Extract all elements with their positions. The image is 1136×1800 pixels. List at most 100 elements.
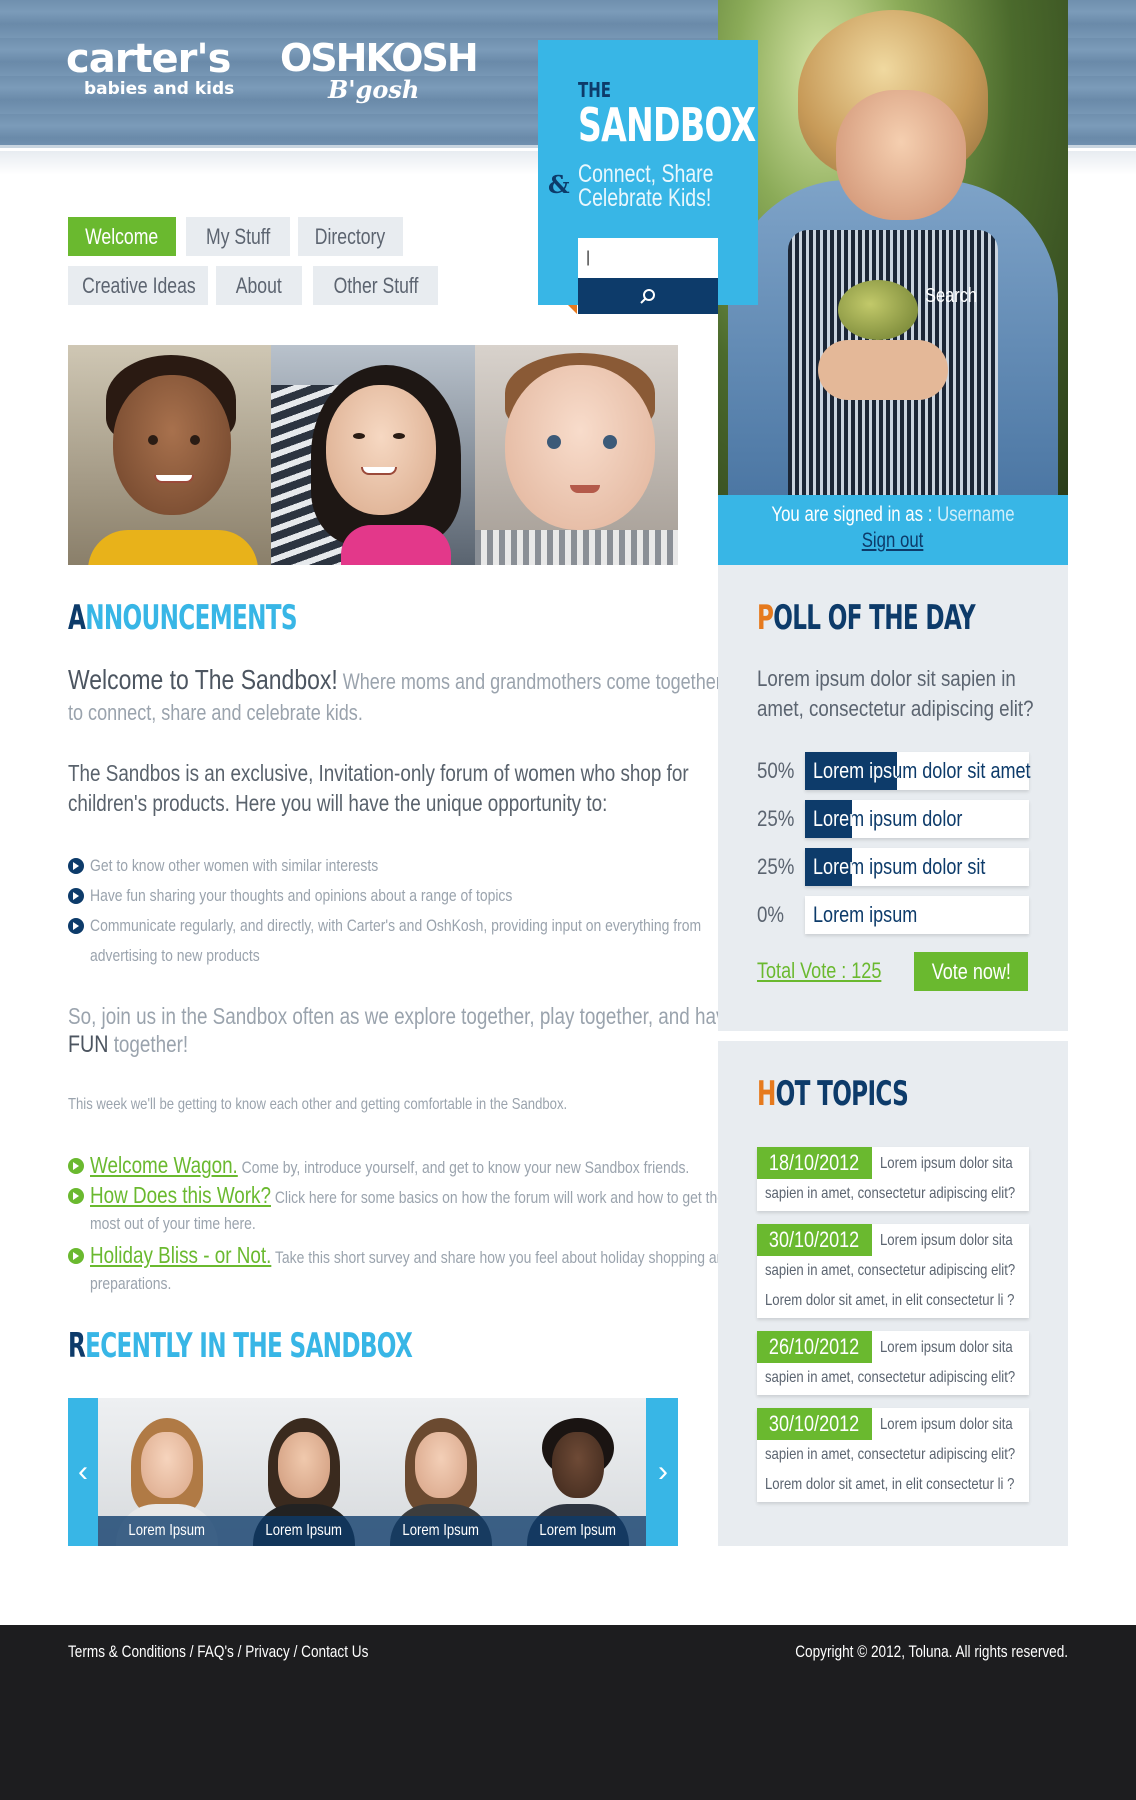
welcome-rest-1: Where moms and grandmothers come togethe… bbox=[342, 669, 722, 694]
poll-option-label-highlight: Lorem ipsum dolor bbox=[813, 806, 852, 831]
hot-topics-heading-rest: OT TOPICS bbox=[775, 1074, 909, 1114]
signed-in-text: You are signed in as : Username bbox=[753, 503, 1033, 527]
poll-option[interactable]: 25% Lorem ipsum dolorLorem ipsum dolor bbox=[757, 800, 1029, 840]
how-does-this-work-link[interactable]: How Does this Work? bbox=[90, 1182, 271, 1208]
poll-option-bar[interactable]: Lorem ipsum dolor sitLorem ipsum dolor s… bbox=[805, 848, 1029, 886]
copyright-text: Copyright © 2012, Toluna. All rights res… bbox=[795, 1642, 1068, 1661]
holiday-bliss-desc: Take this short survey and share how you… bbox=[271, 1248, 733, 1267]
poll-option-bar[interactable]: Lorem ipsumLorem ipsum bbox=[805, 896, 1029, 934]
topic-line-1: Lorem ipsum dolor sita bbox=[880, 1155, 1013, 1172]
link-row-1: Welcome Wagon. Come by, introduce yourse… bbox=[90, 1152, 689, 1179]
intro-line-2: children's products. Here you will have … bbox=[68, 790, 608, 816]
topic-line-1: Lorem ipsum dolor sita bbox=[880, 1339, 1013, 1356]
total-votes-link[interactable]: Total Vote : 125 bbox=[757, 958, 881, 984]
carters-logo[interactable]: carter's babies and kids bbox=[66, 38, 234, 98]
account-status-bar: You are signed in as : Username Sign out bbox=[718, 495, 1068, 565]
nav-other-stuff[interactable]: Other Stuff bbox=[313, 266, 438, 305]
vote-now-button[interactable]: Vote now! bbox=[914, 952, 1028, 991]
poll-option-percent: 0% bbox=[757, 902, 785, 927]
member-card[interactable]: Lorem Ipsum bbox=[235, 1398, 372, 1546]
join-rest: together! bbox=[108, 1031, 189, 1057]
nav-creative-ideas[interactable]: Creative Ideas bbox=[68, 266, 208, 305]
carousel-next-button[interactable]: › bbox=[648, 1398, 678, 1546]
recently-heading-rest: ECENTLY IN THE SANDBOX bbox=[85, 1326, 413, 1366]
sandbox-ampersand: & bbox=[548, 170, 570, 199]
topic-line-3: Lorem dolor sit amet, in elit consectetu… bbox=[765, 1292, 1015, 1309]
kid-photo-3 bbox=[474, 345, 678, 565]
sandbox-tagline: Connect, Share Celebrate Kids! bbox=[578, 162, 714, 211]
hero-face bbox=[836, 90, 966, 220]
poll-option-label-highlight: Lorem ipsum dolor sit amet bbox=[813, 758, 897, 783]
chevron-left-icon: ‹ bbox=[78, 1455, 88, 1488]
poll-question-1: Lorem ipsum dolor sit sapien in bbox=[757, 666, 1016, 691]
privacy-link[interactable]: Privacy bbox=[245, 1642, 290, 1661]
poll-option-fill: Lorem ipsum dolor sit bbox=[805, 848, 852, 886]
holiday-bliss-link[interactable]: Holiday Bliss - or Not. bbox=[90, 1242, 271, 1268]
nav-about[interactable]: About bbox=[216, 266, 302, 305]
hot-topic-item[interactable]: 30/10/2012 Lorem ipsum dolor sita sapien… bbox=[757, 1408, 1029, 1502]
topic-date-badge: 18/10/2012 bbox=[757, 1147, 872, 1179]
bullet-text-3: Communicate regularly, and directly, wit… bbox=[90, 916, 702, 935]
welcome-line-2: to connect, share and celebrate kids. bbox=[68, 700, 363, 725]
week-note: This week we'll be getting to know each … bbox=[68, 1096, 568, 1113]
member-name: Lorem Ipsum bbox=[372, 1516, 509, 1546]
kid-photo-1 bbox=[68, 345, 272, 565]
member-card[interactable]: Lorem Ipsum bbox=[98, 1398, 235, 1546]
topic-line-2: sapien in amet, consectetur adipiscing e… bbox=[765, 1262, 1016, 1279]
footer-separator: / bbox=[289, 1642, 302, 1661]
member-name: Lorem Ipsum bbox=[509, 1516, 646, 1546]
search-icon bbox=[640, 289, 655, 304]
recently-heading: RECENTLY IN THE SANDBOX bbox=[68, 1326, 413, 1366]
contact-us-link[interactable]: Contact Us bbox=[301, 1642, 368, 1661]
member-card[interactable]: Lorem Ipsum bbox=[509, 1398, 646, 1546]
oshkosh-logo-text: OSHKOSH bbox=[280, 36, 479, 80]
bullet-text-1: Get to know other women with similar int… bbox=[90, 856, 379, 875]
hot-topics-heading-initial: H bbox=[757, 1074, 776, 1114]
carters-logo-text: carter's bbox=[66, 36, 231, 82]
welcome-wagon-link[interactable]: Welcome Wagon. bbox=[90, 1152, 238, 1178]
vote-now-label: Vote now! bbox=[931, 959, 1011, 984]
announcements-heading-rest: NNOUNCEMENTS bbox=[85, 598, 297, 638]
nav-welcome-label: Welcome bbox=[85, 224, 159, 249]
sandbox-title: SANDBOX bbox=[578, 98, 756, 152]
welcome-line-1: Welcome to The Sandbox! Where moms and g… bbox=[68, 664, 722, 696]
carters-logo-subtitle: babies and kids bbox=[84, 79, 235, 99]
announcements-heading: ANNOUNCEMENTS bbox=[68, 598, 298, 638]
search-button[interactable]: Search bbox=[578, 278, 977, 314]
hot-topic-item[interactable]: 30/10/2012 Lorem ipsum dolor sita sapien… bbox=[757, 1224, 1029, 1318]
member-card[interactable]: Lorem Ipsum bbox=[372, 1398, 509, 1546]
nav-creative-ideas-label: Creative Ideas bbox=[82, 273, 196, 298]
hot-topic-item[interactable]: 18/10/2012 Lorem ipsum dolor sita sapien… bbox=[757, 1147, 1029, 1211]
hot-topic-item[interactable]: 26/10/2012 Lorem ipsum dolor sita sapien… bbox=[757, 1331, 1029, 1395]
poll-option[interactable]: 0% Lorem ipsumLorem ipsum bbox=[757, 896, 1029, 936]
nav-other-stuff-label: Other Stuff bbox=[333, 273, 418, 298]
poll-option-label-highlight: Lorem ipsum dolor sit bbox=[813, 854, 852, 879]
sign-out-link[interactable]: Sign out bbox=[862, 529, 924, 553]
username-label: Username bbox=[937, 503, 1015, 526]
terms-link[interactable]: Terms & Conditions bbox=[68, 1642, 186, 1661]
topic-date-badge: 26/10/2012 bbox=[757, 1331, 872, 1363]
oshkosh-logo[interactable]: OSHKOSH B'gosh bbox=[280, 36, 479, 104]
carousel-prev-button[interactable]: ‹ bbox=[68, 1398, 98, 1546]
nav-directory[interactable]: Directory bbox=[298, 217, 403, 256]
recently-heading-initial: R bbox=[68, 1326, 86, 1366]
poll-option-bar[interactable]: Lorem ipsum dolor sit ametLorem ipsum do… bbox=[805, 752, 1031, 790]
nav-welcome[interactable]: Welcome bbox=[68, 217, 176, 256]
welcome-wagon-desc: Come by, introduce yourself, and get to … bbox=[237, 1158, 690, 1177]
oshkosh-logo-subtitle: B'gosh bbox=[328, 75, 420, 104]
signed-in-prefix: You are signed in as : bbox=[771, 503, 938, 526]
search-button-label: Search bbox=[925, 285, 977, 307]
poll-option-bar[interactable]: Lorem ipsum dolorLorem ipsum dolor bbox=[805, 800, 1029, 838]
announcements-heading-initial: A bbox=[68, 598, 86, 638]
search-input[interactable] bbox=[578, 238, 718, 278]
footer-links: Terms & Conditions / FAQ's / Privacy / C… bbox=[68, 1642, 368, 1662]
poll-option-percent: 25% bbox=[757, 854, 795, 879]
nav-my-stuff[interactable]: My Stuff bbox=[186, 217, 290, 256]
bullet-icon bbox=[68, 888, 84, 904]
kids-photo-strip bbox=[68, 345, 678, 565]
poll-option[interactable]: 50% Lorem ipsum dolor sit ametLorem ipsum… bbox=[757, 752, 1031, 792]
poll-option[interactable]: 25% Lorem ipsum dolor sitLorem ipsum dolo… bbox=[757, 848, 1029, 888]
faq-link[interactable]: FAQ's bbox=[197, 1642, 234, 1661]
nav-directory-label: Directory bbox=[315, 224, 386, 249]
topic-line-2: sapien in amet, consectetur adipiscing e… bbox=[765, 1446, 1016, 1463]
